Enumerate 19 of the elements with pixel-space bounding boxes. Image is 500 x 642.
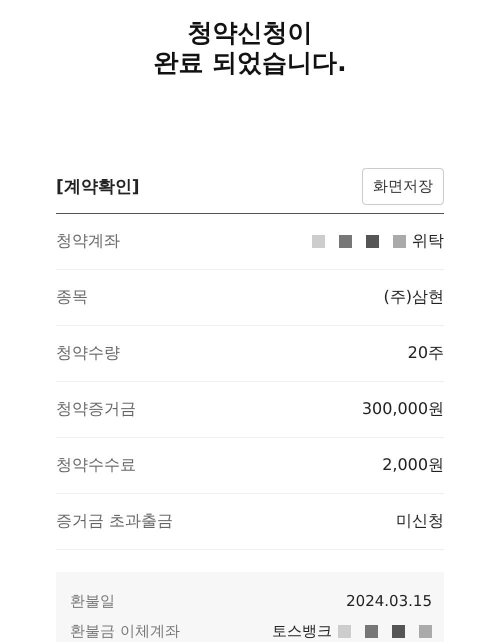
row-value: 위탁: [412, 231, 444, 252]
row-value: (주)삼현: [384, 287, 444, 308]
refund-value: 2024.03.15: [346, 592, 432, 610]
row-value: 300,000원: [362, 399, 444, 420]
row-value: 20주: [408, 343, 444, 364]
row-label: 청약계좌: [56, 231, 120, 252]
refund-value: 토스뱅크: [272, 622, 332, 640]
refund-label: 환불일: [70, 592, 115, 610]
refund-label: 환불금 이체계좌: [70, 622, 180, 640]
save-screen-button[interactable]: 화면저장: [362, 168, 444, 205]
row-label: 청약수량: [56, 343, 120, 364]
row-label: 청약증거금: [56, 399, 136, 420]
section-heading: [계약확인]: [56, 176, 140, 198]
row-label: 청약수수료: [56, 455, 136, 476]
page-title: 청약신청이 완료 되었습니다.: [152, 18, 348, 78]
row-value: 2,000원: [382, 455, 444, 476]
row-label: 증거금 초과출금: [56, 511, 174, 532]
row-value: 미신청: [396, 511, 444, 532]
row-label: 종목: [56, 287, 88, 308]
